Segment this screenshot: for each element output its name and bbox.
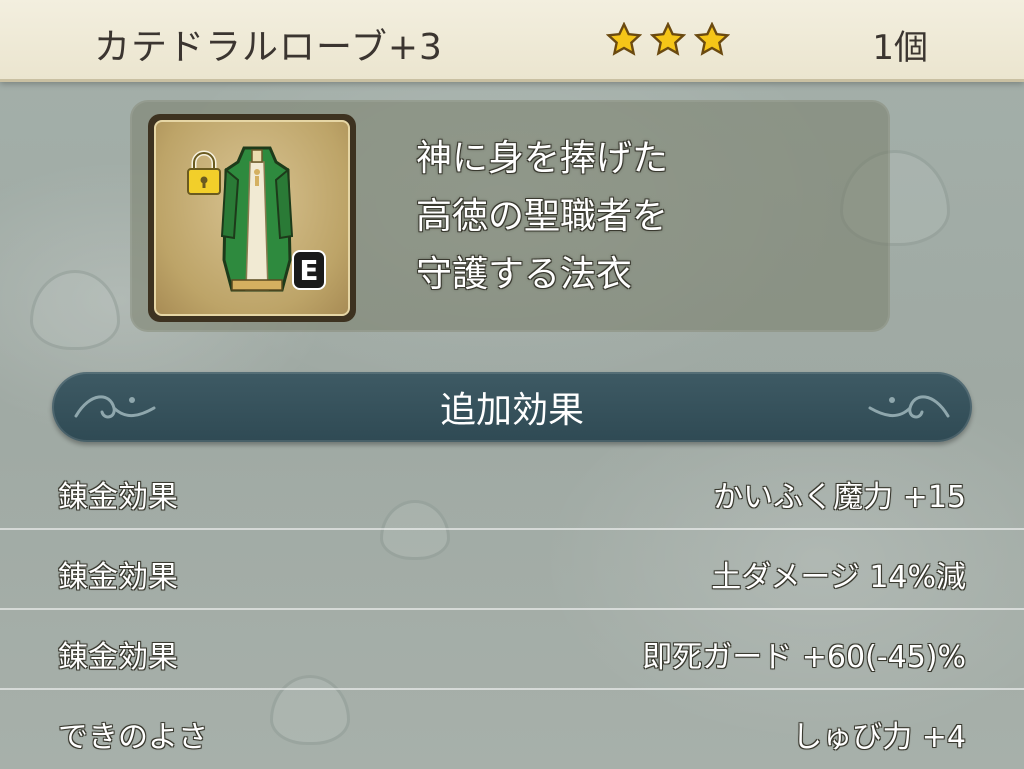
item-icon-frame[interactable]: E	[148, 114, 356, 322]
effect-row: できのよさ しゅび力 +4	[0, 690, 1024, 769]
item-header: カテドラルローブ+3 1個	[0, 0, 1024, 82]
description-line: 守護する法衣	[416, 254, 633, 295]
flourish-ornament-icon	[868, 395, 950, 419]
effect-value: 土ダメージ 14%減	[711, 560, 966, 595]
slime-watermark	[30, 270, 120, 350]
item-description: 神に身を捧げた 高徳の聖職者を 守護する法衣	[416, 130, 856, 304]
section-banner: 追加効果	[52, 372, 972, 442]
effect-label: 錬金効果	[58, 640, 178, 675]
effect-row: 錬金効果 土ダメージ 14%減	[0, 530, 1024, 610]
item-name: カテドラルローブ+3	[94, 27, 443, 68]
effect-value: かいふく魔力 +15	[713, 480, 966, 515]
description-line: 神に身を捧げた	[416, 138, 669, 179]
effect-row: 錬金効果 かいふく魔力 +15	[0, 450, 1024, 530]
description-line: 高徳の聖職者を	[416, 196, 669, 237]
item-count: 1個	[872, 28, 928, 68]
star-icon	[606, 22, 642, 56]
star-icon	[650, 22, 686, 56]
star-icon	[694, 22, 730, 56]
rarity-stars	[606, 22, 730, 58]
effect-value: 即死ガード +60(-45)%	[642, 640, 966, 675]
effect-value: しゅび力 +4	[792, 720, 966, 755]
effect-row: 錬金効果 即死ガード +60(-45)%	[0, 610, 1024, 690]
effect-label: 錬金効果	[58, 560, 178, 595]
section-title: 追加効果	[439, 390, 584, 431]
effect-label: 錬金効果	[58, 480, 178, 515]
effects-list: 錬金効果 かいふく魔力 +15 錬金効果 土ダメージ 14%減 錬金効果 即死ガ…	[0, 450, 1024, 769]
equipped-badge: E	[292, 250, 326, 290]
item-icon-background: E	[154, 120, 350, 316]
effect-label: できのよさ	[58, 720, 208, 755]
green-robe-icon	[220, 146, 294, 292]
